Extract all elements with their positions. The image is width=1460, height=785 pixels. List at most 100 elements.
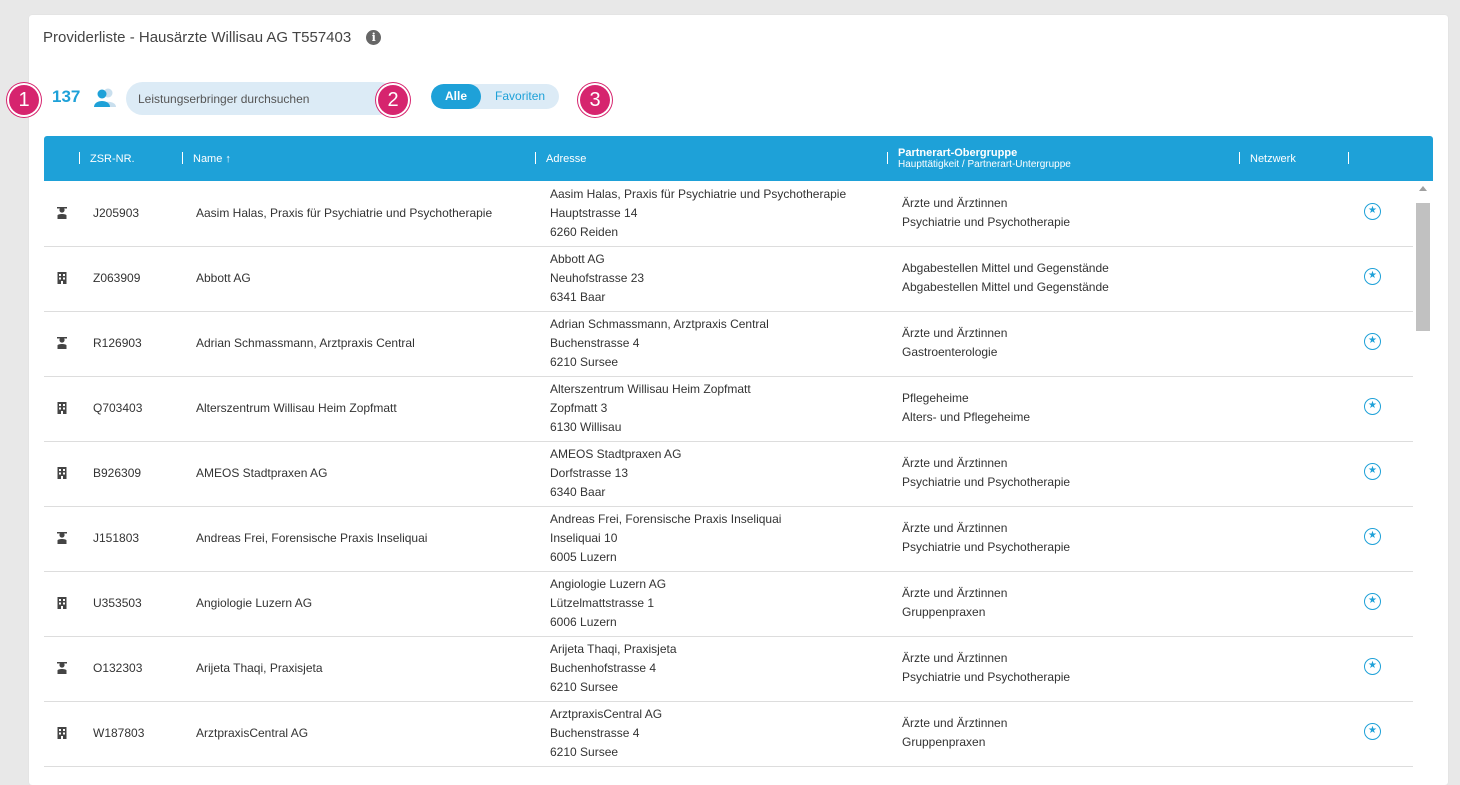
filter-favorites-button[interactable]: Favoriten [481,84,559,109]
annotation-marker-3: 3 [580,85,610,115]
persons-icon [94,88,116,107]
building-icon [57,597,67,609]
table-row[interactable]: R126903 Adrian Schmassmann, Arztpraxis Ce… [44,311,1413,377]
column-header-address[interactable]: Adresse [536,136,586,181]
person-icon [57,662,67,674]
info-icon[interactable]: i [366,30,382,45]
person-icon [57,532,67,544]
column-separator [1348,152,1349,164]
building-icon [57,467,67,479]
cell-partnerart: Ärzte und Ärztinnen Psychiatrie und Psych… [902,454,1070,492]
cell-name: ArztpraxisCentral AG [196,726,309,740]
address-line: 6210 Sursee [550,355,619,369]
cell-partnerart: Ärzte und Ärztinnen Psychiatrie und Psych… [902,519,1070,557]
address-line: 6130 Willisau [550,420,622,434]
scrollbar-thumb[interactable] [1416,203,1430,331]
address-line: 6340 Baar [550,485,606,499]
cell-partnerart: Abgabestellen Mittel und Gegenstände Abga… [902,259,1109,297]
address-line: AMEOS Stadtpraxen AG [550,447,682,461]
address-line: 6341 Baar [550,290,606,304]
favorite-star-icon[interactable]: ★ [1364,203,1381,220]
column-header-partnerart-main: Partnerart-Obergruppe [898,147,1018,159]
cell-name: Aasim Halas, Praxis für Psychiatrie und … [196,206,493,220]
partnerart-main: Ärzte und Ärztinnen [902,196,1008,210]
favorite-star-icon[interactable]: ★ [1364,528,1381,545]
cell-address: Adrian Schmassmann, Arztpraxis Central Bu… [550,315,769,372]
table-row[interactable]: B926309 AMEOS Stadtpraxen AG AMEOS Stadtpr… [44,441,1413,507]
address-line: Buchenstrasse 4 [550,726,640,740]
table-row[interactable]: Z063909 Abbott AG Abbott AG Neuhofstrasse 2… [44,246,1413,312]
cell-name: AMEOS Stadtpraxen AG [196,466,328,480]
partnerart-main: Pflegeheime [902,391,969,405]
cell-zsr: Q703403 [93,401,143,415]
column-header-zsr[interactable]: ZSR-NR. [80,136,135,181]
favorite-star-icon[interactable]: ★ [1364,593,1381,610]
filter-toggle: Alle Favoriten [431,84,560,109]
favorite-star-icon[interactable]: ★ [1364,398,1381,415]
cell-name: Angiologie Luzern AG [196,596,313,610]
cell-address: Aasim Halas, Praxis für Psychiatrie und … [550,185,846,242]
address-line: Buchenstrasse 4 [550,336,640,350]
favorite-star-icon[interactable]: ★ [1364,463,1381,480]
partnerart-main: Ärzte und Ärztinnen [902,521,1008,535]
cell-address: ArztpraxisCentral AG Buchenstrasse 4 6210 … [550,705,662,762]
partnerart-sub: Psychiatrie und Psychotherapie [902,540,1071,554]
annotation-marker-2: 2 [378,85,408,115]
address-line: Lützelmattstrasse 1 [550,596,655,610]
cell-address: AMEOS Stadtpraxen AG Dorfstrasse 13 6340 B… [550,445,681,502]
address-line: Inseliquai 10 [550,531,618,545]
address-line: 6210 Sursee [550,680,619,694]
provider-table: ZSR-NR. Name ↑ Adresse Partnerart-Obergr… [44,136,1433,771]
search-input[interactable] [126,82,396,115]
table-body: W187803 ArztpraxisCentral AG ArztpraxisCen… [44,181,1433,771]
column-header-network[interactable]: Netzwerk [1240,136,1296,181]
table-row[interactable]: U353503 Angiologie Luzern AG Angiologie Lu… [44,571,1413,637]
table-row[interactable]: W187803 ArztpraxisCentral AG ArztpraxisCen… [44,701,1413,767]
partnerart-main: Ärzte und Ärztinnen [902,716,1008,730]
address-line: Abbott AG [550,252,605,266]
cell-zsr: B926309 [93,466,142,480]
address-line: 6006 Luzern [550,615,617,629]
favorite-star-icon[interactable]: ★ [1364,333,1381,350]
table-header: ZSR-NR. Name ↑ Adresse Partnerart-Obergr… [44,136,1433,181]
table-row[interactable]: Q703403 Alterszentrum Willisau Heim Zopfm… [44,376,1413,442]
scroll-up-arrow-icon[interactable] [1419,186,1427,191]
address-line: 6005 Luzern [550,550,617,564]
address-line: Hauptstrasse 14 [550,206,638,220]
cell-name: Alterszentrum Willisau Heim Zopfmatt [196,401,397,415]
address-line: Adrian Schmassmann, Arztpraxis Central [550,317,769,331]
partnerart-main: Ärzte und Ärztinnen [902,651,1008,665]
favorite-star-icon[interactable]: ★ [1364,723,1381,740]
address-line: Dorfstrasse 13 [550,466,629,480]
provider-count: 137 [52,87,81,106]
address-line: Zopfmatt 3 [550,401,608,415]
cell-name: Andreas Frei, Forensische Praxis Inseliq… [196,531,428,545]
cell-partnerart: Ärzte und Ärztinnen Gruppenpraxen [902,584,1007,622]
cell-address: Angiologie Luzern AG Lützelmattstrasse 1 6… [550,575,666,632]
partnerart-main: Ärzte und Ärztinnen [902,326,1008,340]
table-row[interactable]: J151803 Andreas Frei, Forensische Praxis … [44,506,1413,572]
favorite-star-icon[interactable]: ★ [1364,658,1381,675]
address-line: Aasim Halas, Praxis für Psychiatrie und … [550,187,847,201]
favorite-star-icon[interactable]: ★ [1364,268,1381,285]
cell-partnerart: Ärzte und Ärztinnen Gruppenpraxen [902,714,1007,752]
column-header-partnerart[interactable]: Partnerart-Obergruppe Haupttätigkeit / P… [888,136,1071,181]
cell-zsr: J205903 [93,206,140,220]
partnerart-sub: Gruppenpraxen [902,735,986,749]
filter-all-button[interactable]: Alle [431,84,482,109]
partnerart-sub: Psychiatrie und Psychotherapie [902,475,1071,489]
partnerart-main: Abgabestellen Mittel und Gegenstände [902,261,1109,275]
column-header-network-label: Netzwerk [1250,152,1296,165]
partnerart-main: Ärzte und Ärztinnen [902,586,1008,600]
cell-name: Arijeta Thaqi, Praxisjeta [196,661,323,675]
cell-name: Abbott AG [196,271,251,285]
cell-zsr: W187803 [93,726,145,740]
cell-zsr: O132303 [93,661,143,675]
building-icon [57,727,67,739]
column-header-name[interactable]: Name ↑ [183,136,231,181]
address-line: 6260 Reiden [550,225,619,239]
table-row[interactable]: J205903 Aasim Halas, Praxis für Psychiatr… [44,181,1413,247]
table-row[interactable]: O132303 Arijeta Thaqi, Praxisjeta Arijeta … [44,636,1413,702]
column-header-address-label: Adresse [546,152,587,165]
address-line: Neuhofstrasse 23 [550,271,645,285]
